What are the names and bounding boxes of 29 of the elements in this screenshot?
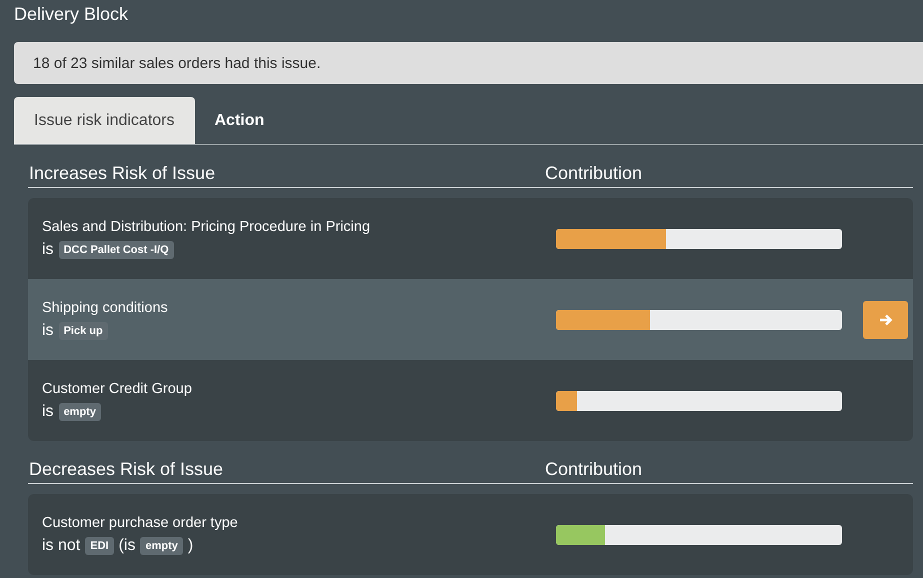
go-button[interactable] [863,300,908,338]
indicator-row[interactable]: Sales and Distribution: Pricing Procedure in Pricing is DCC Pallet Cost -I/Q [28,198,913,279]
value-tag: empty [58,402,101,420]
section-heading: Decreases Risk of Issue [28,459,224,480]
value-tag: EDI [85,536,114,554]
condition-text: is [42,402,54,420]
column-heading: Contribution [545,459,642,480]
condition-text: (is [118,536,136,554]
indicator-row[interactable]: Customer Credit Group is empty [28,360,913,441]
arrow-right-icon [878,312,892,326]
tab[interactable]: Action [194,97,284,144]
condition-text: ) [188,536,194,554]
column-heading: Contribution [545,163,642,184]
indicator-name: Customer Credit Group [42,380,193,396]
value-tag: DCC Pallet Cost -I/Q [58,240,174,258]
section-heading: Increases Risk of Issue [28,163,216,184]
tab[interactable]: Issue risk indicators [14,97,194,144]
indicator-name: Sales and Distribution: Pricing Procedure in Pricing [42,218,372,234]
condition-text: is [42,322,54,340]
summary-banner: 18 of 23 similar sales orders had this issue. [14,42,923,84]
value-tag: Pick up [58,322,108,340]
value-tag: empty [140,536,183,554]
indicator-row[interactable]: Customer purchase order type is not EDI (is empty ) [28,494,913,575]
condition-text: is not [42,536,80,554]
indicator-name: Shipping conditions [42,300,169,316]
indicator-name: Customer purchase order type [42,514,239,530]
panel-title: Delivery Block [14,3,130,26]
indicator-row[interactable]: Shipping conditions is Pick up [28,279,913,360]
condition-text: is [42,240,54,258]
